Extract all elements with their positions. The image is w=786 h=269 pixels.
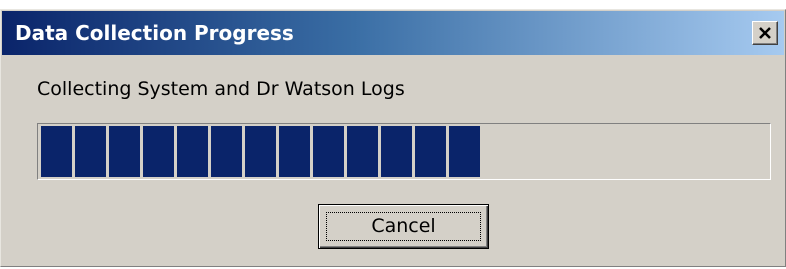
progress-track [40,126,768,177]
progress-block [211,126,242,177]
progress-block [109,126,140,177]
progress-block [449,126,480,177]
progress-block [245,126,276,177]
progress-block [41,126,72,177]
title-bar[interactable]: Data Collection Progress [2,11,784,55]
progress-block [415,126,446,177]
progress-block [177,126,208,177]
progress-block [381,126,412,177]
progress-block [75,126,106,177]
cancel-button-label: Cancel [371,215,436,237]
close-icon [759,27,771,39]
progress-block [143,126,174,177]
status-text: Collecting System and Dr Watson Logs [37,78,405,100]
progress-block [313,126,344,177]
close-button[interactable] [752,21,778,45]
dialog-title: Data Collection Progress [15,21,294,45]
progress-bar [37,123,771,180]
progress-dialog: Data Collection Progress Collecting Syst… [0,9,786,267]
cancel-button[interactable]: Cancel [318,204,489,249]
progress-block [279,126,310,177]
progress-block [347,126,378,177]
